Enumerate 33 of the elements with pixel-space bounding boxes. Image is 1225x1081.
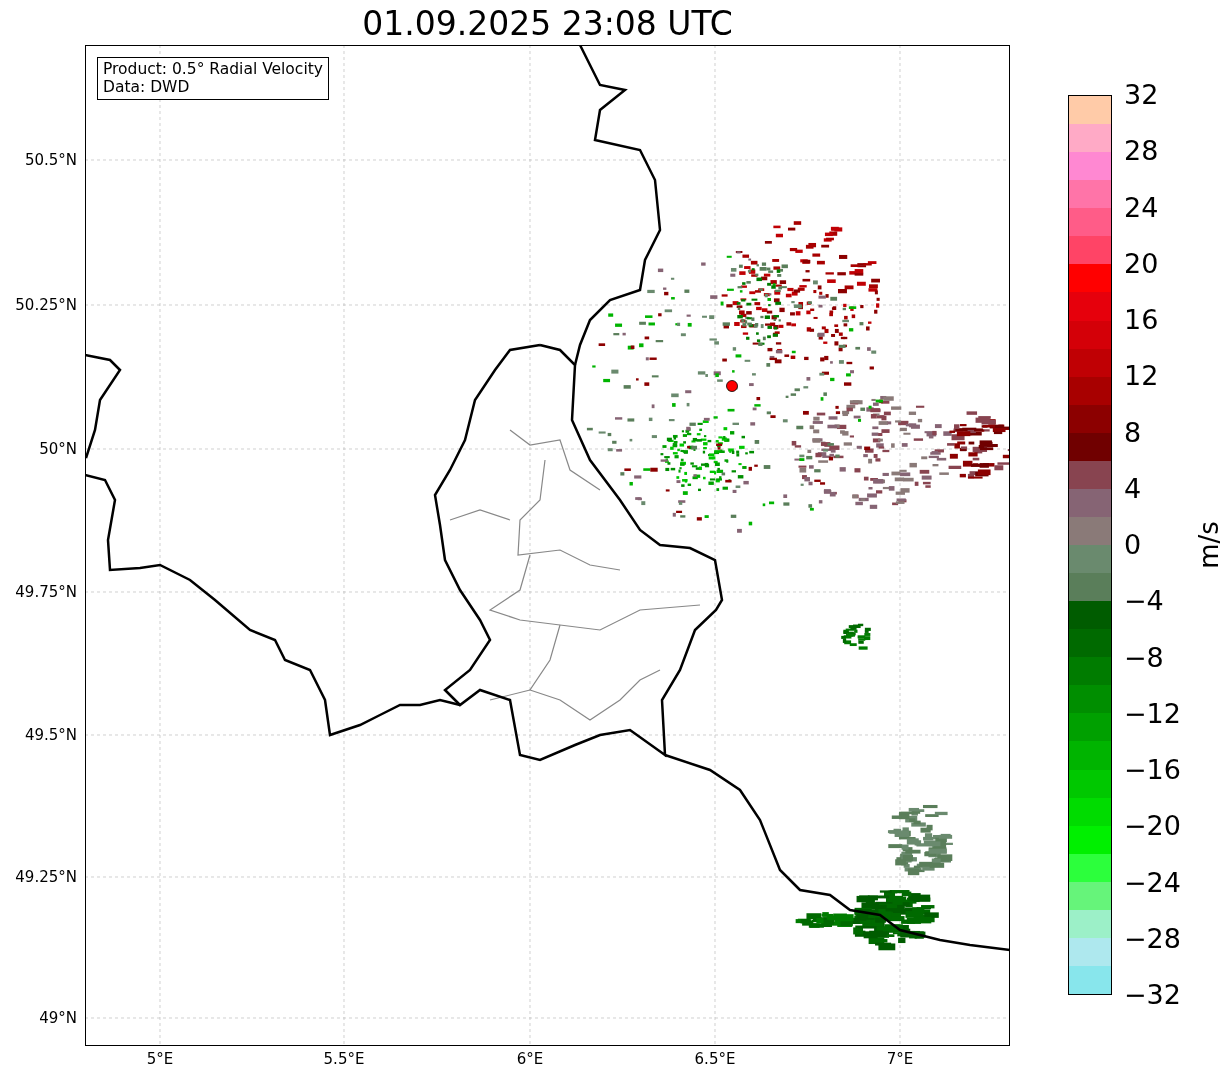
longitude-label: 5.5°E — [323, 1050, 365, 1068]
colorbar-tick-label: 24 — [1123, 191, 1159, 224]
colorbar-tick-label: −4 — [1123, 585, 1164, 618]
latitude-label: 50.5°N — [24, 151, 77, 169]
latitude-label: 49.25°N — [15, 868, 77, 886]
chart-title: 01.09.2025 23:08 UTC — [361, 3, 734, 45]
colorbar-tick-label: −32 — [1123, 979, 1181, 1011]
longitude-label: 5°E — [146, 1050, 174, 1068]
colorbar-tick-label: 4 — [1123, 472, 1142, 505]
colorbar-tick-label: 0 — [1123, 529, 1142, 561]
info-text: Product: 0.5° Radial Velocity — [103, 60, 323, 78]
colorbar-tick-label: −20 — [1123, 810, 1181, 843]
latitude-label: 50°N — [39, 440, 77, 458]
colorbar-tick-label: 20 — [1123, 247, 1159, 280]
colorbar-tick-label: −28 — [1123, 922, 1181, 955]
colorbar-tick-label: 28 — [1123, 135, 1159, 168]
longitude-label: 7°E — [886, 1050, 914, 1068]
colorbar-tick-label: 16 — [1123, 304, 1159, 336]
longitude-label: 6°E — [516, 1050, 544, 1068]
latitude-label: 49.75°N — [15, 583, 77, 601]
latitude-label: 50.25°N — [15, 296, 77, 314]
colorbar-tick-label: 8 — [1123, 416, 1142, 449]
colorbar-tick-label: −12 — [1123, 697, 1181, 730]
colorbar-tick-label: 12 — [1123, 360, 1159, 393]
longitude-label: 6.5°E — [694, 1050, 736, 1068]
colorbar-tick-label: −24 — [1123, 866, 1181, 899]
colorbar-tick-label: −16 — [1123, 754, 1181, 786]
colorbar-unit-label: m/s — [1194, 520, 1224, 570]
colorbar-tick-label: −8 — [1123, 641, 1164, 674]
latitude-label: 49°N — [39, 1009, 77, 1027]
info-text: Data: DWD — [103, 78, 191, 96]
latitude-label: 49.5°N — [24, 726, 77, 744]
colorbar-tick-label: 32 — [1123, 79, 1159, 111]
